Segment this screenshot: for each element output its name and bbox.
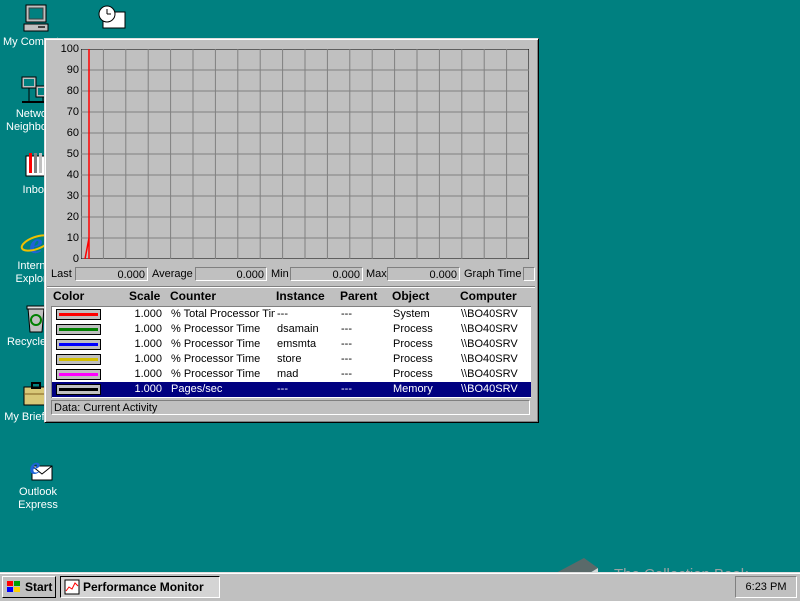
legend-row[interactable]: 1.000 % Processor Time mad --- Process \\BO40… <box>52 367 531 382</box>
system-tray-clock[interactable]: 6:23 PM <box>735 576 797 598</box>
legend-cell-computer: \\BO40SRV <box>461 338 518 350</box>
legend-header-color: Color <box>53 289 85 303</box>
legend-header-parent: Parent <box>340 289 378 303</box>
y-tick-label: 30 <box>66 190 79 202</box>
last-value: 0.000 <box>75 267 148 281</box>
y-tick-label: 100 <box>60 43 79 55</box>
legend-cell-computer: \\BO40SRV <box>461 308 518 320</box>
legend-cell-computer: \\BO40SRV <box>461 353 518 365</box>
min-label: Min <box>271 268 289 280</box>
legend-color-swatch <box>56 354 101 365</box>
legend-cell-instance: dsamain <box>277 323 319 335</box>
desktop-icon-outlook-express[interactable]: e Outlook Express <box>3 452 73 512</box>
legend-cell-counter: % Processor Time <box>171 323 261 335</box>
legend-header-counter: Counter <box>170 289 216 303</box>
y-tick-label: 80 <box>66 85 79 97</box>
legend-cell-counter: Pages/sec <box>171 383 223 395</box>
legend-color-swatch <box>56 369 101 380</box>
legend-cell-scale: 1.000 <box>134 353 162 365</box>
legend-cell-parent: --- <box>341 323 352 335</box>
legend-header-object: Object <box>392 289 430 303</box>
legend-cell-counter: % Processor Time <box>171 338 261 350</box>
legend-cell-instance: emsmta <box>277 338 317 350</box>
y-tick-label: 40 <box>66 169 79 181</box>
average-label: Average <box>152 268 193 280</box>
legend-row[interactable]: 1.000% Total Processor Time --- --- System \… <box>52 307 531 322</box>
y-tick-label: 50 <box>66 148 79 160</box>
status-bar: Data: Current Activity <box>51 400 530 415</box>
y-tick-label: 10 <box>66 232 79 244</box>
legend-header-computer: Computer <box>460 289 517 303</box>
y-tick-label: 0 <box>72 253 79 265</box>
legend-cell-object: Process <box>393 368 433 380</box>
graph-time-label: Graph Time <box>464 268 522 280</box>
start-button[interactable]: Start <box>2 576 56 598</box>
legend-list[interactable]: 1.000% Total Processor Time --- --- System \… <box>51 306 531 398</box>
y-tick-label: 20 <box>66 211 79 223</box>
max-value: 0.000 <box>387 267 460 281</box>
scheduler-icon <box>98 5 126 29</box>
legend-color-swatch <box>56 309 101 320</box>
legend-cell-counter: % Total Processor Time <box>171 308 275 320</box>
max-label: Max <box>366 268 387 280</box>
performance-monitor-window[interactable]: 100 90 80 70 60 50 40 30 20 10 0 Last 0.000 Averag… <box>44 38 539 423</box>
desktop-icon-label: Outlook Express <box>18 486 58 511</box>
legend-cell-parent: --- <box>341 353 352 365</box>
legend-cell-object: Process <box>393 353 433 365</box>
divider <box>47 286 535 288</box>
stats-bar: Last 0.000 Average 0.000 Min 0.000 Max 0… <box>49 267 535 283</box>
min-value: 0.000 <box>290 267 363 281</box>
y-tick-label: 70 <box>66 106 79 118</box>
legend-row[interactable]: 1.000 % Processor Time dsamain --- Process \\… <box>52 322 531 337</box>
legend-cell-instance: --- <box>277 383 288 395</box>
average-value: 0.000 <box>195 267 267 281</box>
legend-cell-instance: store <box>277 353 302 365</box>
legend-row[interactable]: 1.000 Pages/sec --- --- Memory \\BO40SRV <box>52 382 531 397</box>
legend-cell-parent: --- <box>341 308 352 320</box>
legend-cell-counter: % Processor Time <box>171 368 261 380</box>
legend-cell-scale: 1.000 <box>134 383 162 395</box>
taskbar: Start Performance Monitor 6:23 PM <box>0 572 800 601</box>
legend-cell-computer: \\BO40SRV <box>461 383 518 395</box>
legend-color-swatch <box>56 339 101 350</box>
legend-cell-instance: mad <box>277 368 299 380</box>
legend-cell-parent: --- <box>341 383 352 395</box>
legend-header-instance: Instance <box>276 289 325 303</box>
legend-cell-scale: 1.000 <box>134 368 162 380</box>
legend-cell-computer: \\BO40SRV <box>461 368 518 380</box>
legend-cell-scale: 1.000 <box>134 338 162 350</box>
start-label: Start <box>25 580 53 594</box>
last-label: Last <box>51 268 72 280</box>
task-label: Performance Monitor <box>83 580 204 594</box>
desktop-icon-scheduler[interactable] <box>76 2 146 36</box>
legend-cell-object: System <box>393 308 430 320</box>
graph-time-value <box>523 267 535 281</box>
legend-cell-parent: --- <box>341 338 352 350</box>
performance-chart <box>81 49 529 259</box>
legend-cell-parent: --- <box>341 368 352 380</box>
legend-cell-object: Memory <box>393 383 433 395</box>
svg-text:e: e <box>30 454 41 480</box>
legend-header-scale: Scale <box>129 289 161 303</box>
y-tick-label: 60 <box>66 127 79 139</box>
legend-cell-scale: 1.000 <box>134 308 162 320</box>
computer-icon <box>23 4 49 32</box>
legend-cell-instance: --- <box>277 308 288 320</box>
outlook-express-icon: e <box>30 454 53 481</box>
legend-color-swatch <box>56 324 101 335</box>
windows-logo-icon <box>7 581 20 592</box>
legend-row[interactable]: 1.000 % Processor Time store --- Process \\BO… <box>52 352 531 367</box>
legend-cell-object: Process <box>393 323 433 335</box>
legend-cell-counter: % Processor Time <box>171 353 261 365</box>
legend-row[interactable]: 1.000 % Processor Time emsmta --- Process \\B… <box>52 337 531 352</box>
taskbar-task-performance-monitor[interactable]: Performance Monitor <box>60 576 220 598</box>
y-tick-label: 90 <box>66 64 79 76</box>
legend-cell-computer: \\BO40SRV <box>461 323 518 335</box>
svg-text:e: e <box>29 227 42 258</box>
legend-cell-scale: 1.000 <box>134 323 162 335</box>
legend-color-swatch <box>56 384 101 395</box>
performance-monitor-icon <box>64 579 80 595</box>
legend-cell-object: Process <box>393 338 433 350</box>
